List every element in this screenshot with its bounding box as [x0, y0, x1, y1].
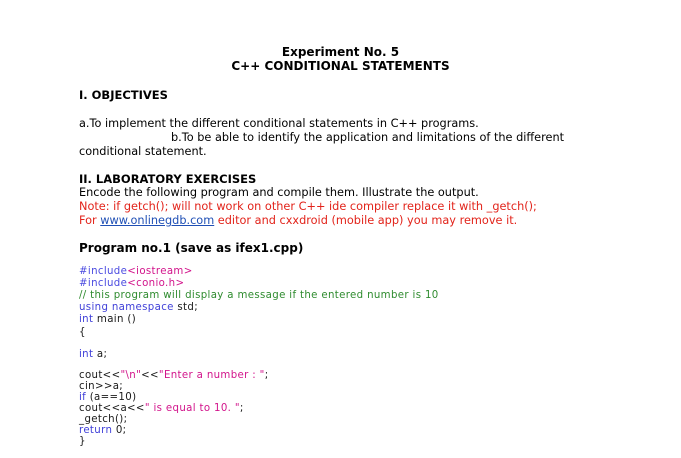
code-token: ; [264, 370, 269, 381]
code-token: int [79, 314, 94, 325]
code-line-main: int main () [79, 314, 136, 325]
note-rest-text: editor and cxxdroid (mobile app) you may… [214, 214, 518, 227]
code-line-cout-result: cout<<a<<" is equal to 10. "; [79, 403, 244, 414]
code-token: main () [93, 314, 137, 325]
lab-intro: Encode the following program and compile… [79, 186, 479, 199]
code-token: (a==10) [86, 392, 137, 403]
code-token: std; [173, 302, 198, 313]
code-line-getch: _getch(); [79, 414, 128, 425]
code-token: <iostream> [127, 266, 193, 277]
code-line-include-conio: #include<conio.h> [79, 278, 184, 289]
code-token: << [141, 370, 159, 381]
code-token: return [79, 425, 113, 436]
code-line-cin: cin>>a; [79, 381, 124, 392]
code-line-return: return 0; [79, 425, 126, 436]
code-token: #include [79, 266, 128, 277]
code-line-declaration: int a; [79, 349, 107, 360]
code-token: "\n" [120, 370, 142, 381]
code-line-cout-prompt: cout<<"\n"<<"Enter a number : "; [79, 370, 268, 381]
code-line-comment: // this program will display a message i… [79, 290, 439, 301]
code-token: 0; [112, 425, 127, 436]
onlinegdb-link[interactable]: www.onlinegdb.com [100, 214, 214, 227]
code-line-include-iostream: #include<iostream> [79, 266, 193, 277]
objective-b-line2: conditional statement. [79, 145, 207, 158]
experiment-title: Experiment No. 5 [281, 45, 400, 59]
code-line-open-brace: { [79, 327, 86, 338]
code-token: cout<< [79, 370, 121, 381]
code-token: int [79, 349, 94, 360]
objective-a: a.To implement the different conditional… [79, 117, 479, 130]
code-token: #include [79, 278, 128, 289]
code-token: a; [93, 349, 108, 360]
code-token: " is equal to 10. " [144, 403, 240, 414]
lab-exercises-heading: II. LABORATORY EXERCISES [79, 172, 257, 186]
document-page: Experiment No. 5 C++ CONDITIONAL STATEME… [0, 0, 681, 458]
program-title: Program no.1 (save as ifex1.cpp) [79, 241, 304, 255]
code-token: ; [239, 403, 244, 414]
code-line-close-brace: } [79, 436, 86, 447]
code-token: cout<<a<< [79, 403, 145, 414]
code-token: using namespace [79, 302, 174, 313]
code-token: "Enter a number : " [158, 370, 265, 381]
objectives-heading: I. OBJECTIVES [79, 88, 168, 102]
experiment-subtitle: C++ CONDITIONAL STATEMENTS [231, 59, 450, 73]
code-line-if: if (a==10) [79, 392, 136, 403]
objective-b-line1: b.To be able to identify the application… [171, 131, 565, 144]
note-for-text: For [79, 214, 101, 227]
lab-note-line1: Note: if getch(); will not work on other… [79, 200, 537, 213]
code-line-using: using namespace std; [79, 302, 198, 313]
code-token: <conio.h> [127, 278, 185, 289]
lab-note-line2: For www.onlinegdb.com editor and cxxdroi… [79, 214, 517, 228]
